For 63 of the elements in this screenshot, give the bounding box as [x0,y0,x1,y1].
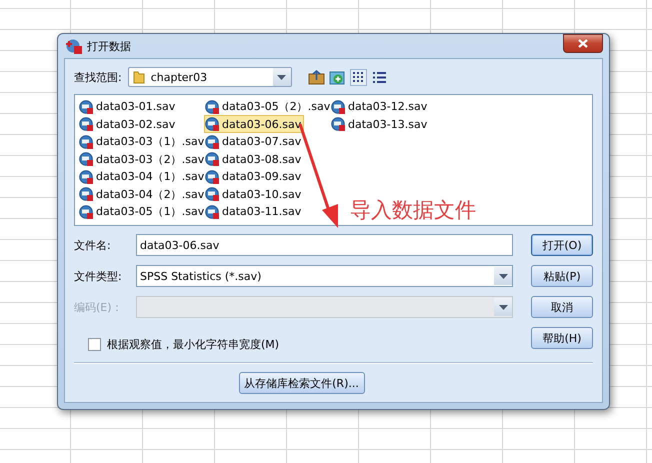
new-folder-icon[interactable] [328,68,346,86]
data-file-icon [79,134,93,149]
spreadsheet-app-icon [66,38,82,54]
data-file-icon [79,100,93,114]
file-name: data03-04（2）.sav [96,186,204,202]
select-field[interactable]: SPSS Statistics (*.sav) [136,265,513,287]
annotation-text: 导入数据文件 [350,197,476,224]
file-item[interactable]: data03-02.sav [78,115,178,134]
look-in-dropdown[interactable]: chapter03 [128,67,292,87]
file-name: data03-05（2）.sav [222,99,330,114]
dialog-button[interactable]: 粘贴(P) [531,265,593,287]
data-file-icon [79,187,93,202]
window-title: 打开数据 [87,38,132,54]
file-name: data03-07.sav [222,135,302,148]
field-label: 编码(E)： [74,300,124,314]
data-file-icon [79,152,93,166]
data-file-icon [205,187,219,202]
file-item[interactable]: data03-13.sav [330,115,430,134]
file-name: data03-12.sav [348,100,428,114]
file-name: data03-01.sav [96,100,176,114]
file-name: data03-03（2）.sav [96,152,204,167]
select-field[interactable] [136,296,513,318]
data-file-icon [205,117,219,132]
file-name: data03-04（1）.sav [96,169,204,184]
file-name: data03-02.sav [96,118,176,131]
dialog-button[interactable]: 取消 [531,296,593,318]
field-label: 文件名: [74,238,112,252]
dialog-button[interactable]: 帮助(H) [531,327,593,349]
file-name: data03-10.sav [222,188,302,201]
folder-icon [132,70,145,84]
data-file-icon [331,100,345,114]
data-file-icon [205,204,219,219]
file-name: data03-13.sav [348,118,428,131]
list-view-icon[interactable] [350,68,367,86]
file-name: data03-09.sav [222,170,302,184]
file-name: data03-06.sav [222,118,302,131]
data-file-icon [205,134,219,149]
data-file-icon [331,117,345,132]
input-field[interactable]: data03-06.sav [136,234,513,256]
file-name: data03-05（1）.sav [96,204,204,220]
file-name: data03-03（1）.sav [96,134,204,150]
dropdown-caret-icon [277,74,286,80]
data-file-icon [205,152,219,166]
file-item[interactable]: data03-06.sav [204,115,304,134]
file-name: data03-11.sav [222,205,302,218]
dropdown-caret-icon [498,304,508,310]
checkbox[interactable] [88,338,101,351]
data-file-icon [79,117,93,132]
dropdown-caret-icon [498,274,508,278]
close-button[interactable] [563,34,603,52]
data-file-icon [205,100,219,114]
checkbox-label: 根据观察值，最小化字符串宽度(M) [107,337,280,352]
field-label: 文件类型: [74,268,123,284]
file-name: data03-08.sav [222,152,302,166]
file-item[interactable]: data03-01.sav [78,98,178,116]
data-file-icon [79,204,93,219]
close-icon [578,38,588,48]
look-in-label: 查找范围: [74,70,122,84]
dialog-button[interactable]: 打开(O) [531,234,593,256]
data-file-icon [79,170,93,184]
up-folder-icon[interactable] [308,68,325,86]
data-file-icon [205,170,219,184]
retrieve-from-repository-button[interactable]: 从存储库检索文件(R)... [238,372,364,394]
